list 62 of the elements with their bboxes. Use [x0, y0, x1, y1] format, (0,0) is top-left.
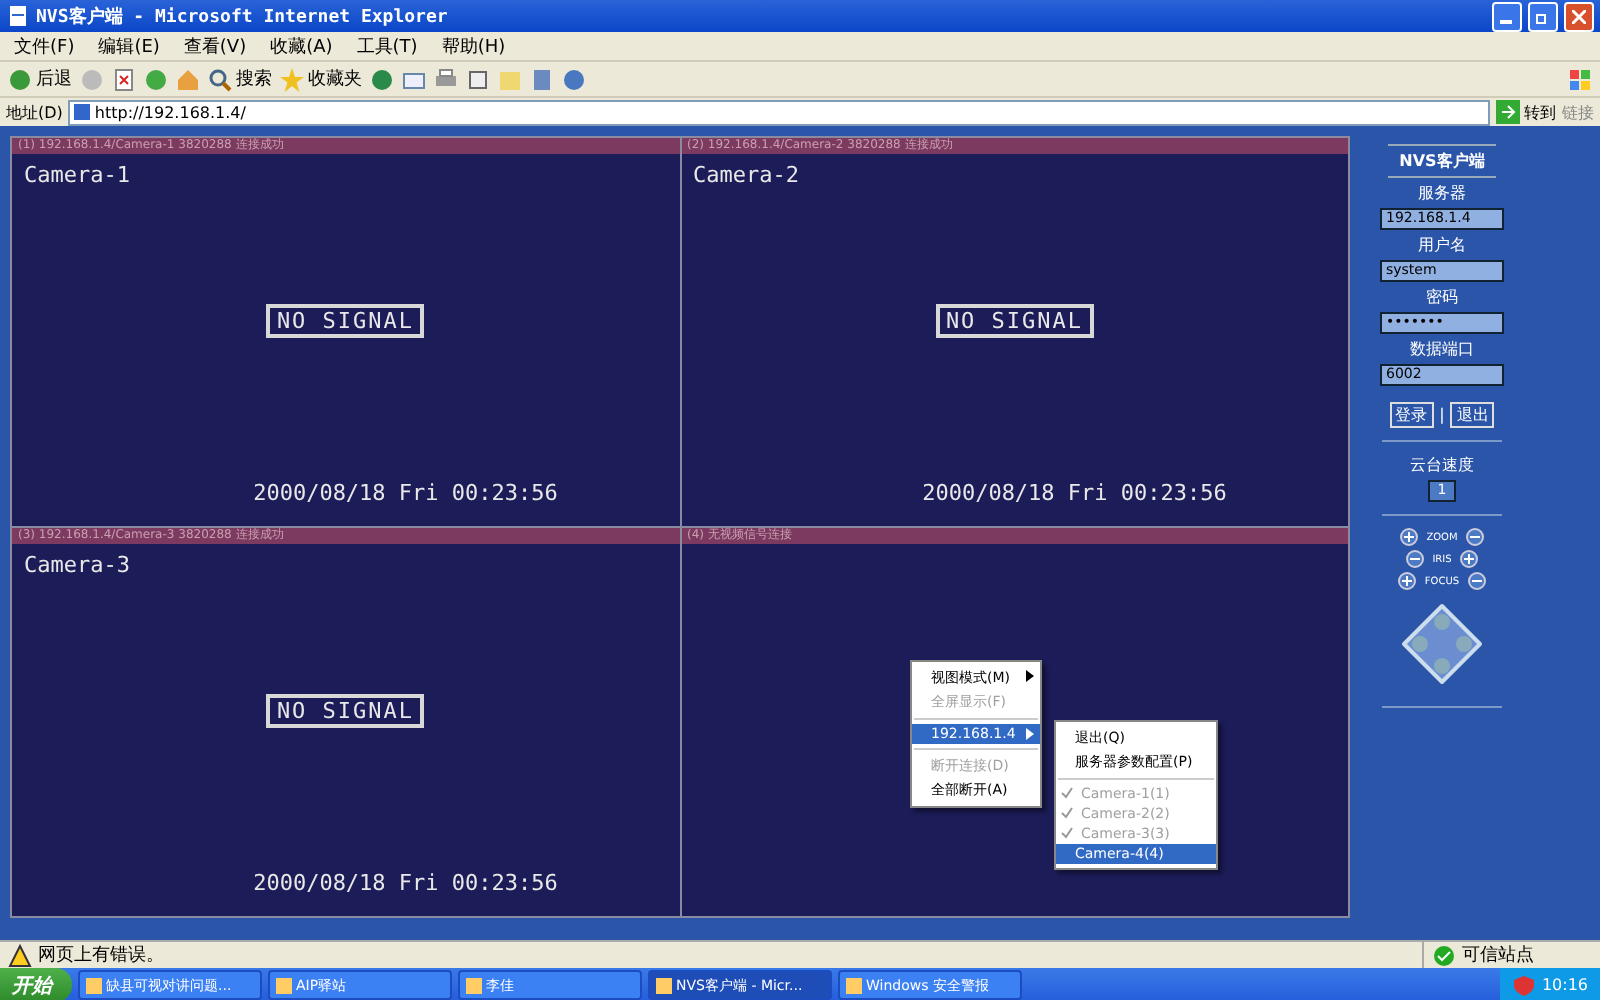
stop-icon[interactable]: [112, 67, 136, 91]
plus-icon[interactable]: [1459, 550, 1478, 568]
minus-icon[interactable]: [1406, 550, 1425, 568]
go-arrow-icon[interactable]: [1496, 100, 1520, 124]
timestamp: 2000/08/18 Fri 00:23:56: [253, 480, 558, 506]
login-button[interactable]: 登录: [1389, 402, 1434, 428]
field-label: 服务器: [1418, 182, 1466, 204]
close-icon: [1572, 9, 1586, 23]
logout-button[interactable]: 退出: [1450, 402, 1495, 428]
close-button[interactable]: [1564, 1, 1594, 31]
menu-item[interactable]: 查看(V): [181, 33, 249, 59]
zone-label: 可信站点: [1462, 943, 1534, 968]
address-value: http://192.168.1.4/: [94, 103, 246, 121]
window-title: NVS客户端 - Microsoft Internet Explorer: [36, 4, 450, 29]
camera-label: Camera-1: [24, 162, 132, 188]
search-icon[interactable]: [208, 67, 232, 91]
check-icon: [1432, 943, 1456, 967]
clock: 10:16: [1541, 976, 1588, 994]
printer-icon[interactable]: [434, 67, 458, 91]
page-icon: [74, 104, 91, 120]
minus-icon[interactable]: [1467, 572, 1486, 590]
plus-icon[interactable]: [1400, 528, 1419, 546]
app-icon: [466, 977, 482, 993]
star-icon[interactable]: [280, 67, 304, 91]
favorites-button[interactable]: 收藏夹: [308, 66, 362, 92]
go-button[interactable]: 转到: [1524, 101, 1556, 123]
menu-item[interactable]: 收藏(A): [268, 33, 335, 59]
menu-item[interactable]: 文件(F): [12, 33, 77, 59]
menu-item[interactable]: 工具(T): [354, 33, 420, 59]
field-label: 数据端口: [1410, 338, 1474, 360]
no-signal-label: NO SIGNAL: [266, 694, 425, 728]
camera-label: Camera-2: [693, 162, 801, 188]
minimize-button[interactable]: [1492, 1, 1522, 31]
separator-mark: |: [1439, 406, 1445, 424]
direction-pad[interactable]: [1400, 602, 1484, 686]
search-button[interactable]: 搜索: [236, 66, 272, 92]
minus-icon[interactable]: [1465, 528, 1484, 546]
field-label: 用户名: [1418, 234, 1466, 256]
mail-icon[interactable]: [402, 67, 426, 91]
timestamp: 2000/08/18 Fri 00:23:56: [253, 870, 558, 896]
restore-button[interactable]: [1528, 1, 1558, 31]
app-icon: [86, 977, 102, 993]
plus-icon[interactable]: [1398, 572, 1417, 590]
app-icon: [276, 977, 292, 993]
restore-icon: [1536, 9, 1550, 23]
status-message: 网页上有错误。: [38, 943, 166, 968]
camera-label: Camera-3: [24, 552, 132, 578]
speed-label: 云台速度: [1410, 454, 1474, 476]
no-signal-label: NO SIGNAL: [935, 304, 1094, 338]
field-label: 密码: [1426, 286, 1458, 308]
app-icon: [656, 977, 672, 993]
app-icon: [846, 977, 862, 993]
address-field[interactable]: http://192.168.1.4/: [68, 99, 1490, 125]
no-signal-label: NO SIGNAL: [266, 304, 425, 338]
timestamp: 2000/08/18 Fri 00:23:56: [922, 480, 1227, 506]
back-button[interactable]: 后退: [36, 66, 72, 92]
page-icon: [6, 4, 30, 28]
address-label: 地址(D): [6, 101, 63, 123]
menu-item[interactable]: 编辑(E): [96, 33, 162, 59]
windows-logo-icon: [1568, 67, 1592, 91]
panel-title: NVS客户端: [1387, 144, 1497, 178]
menu-item[interactable]: 帮助(H): [439, 33, 508, 59]
